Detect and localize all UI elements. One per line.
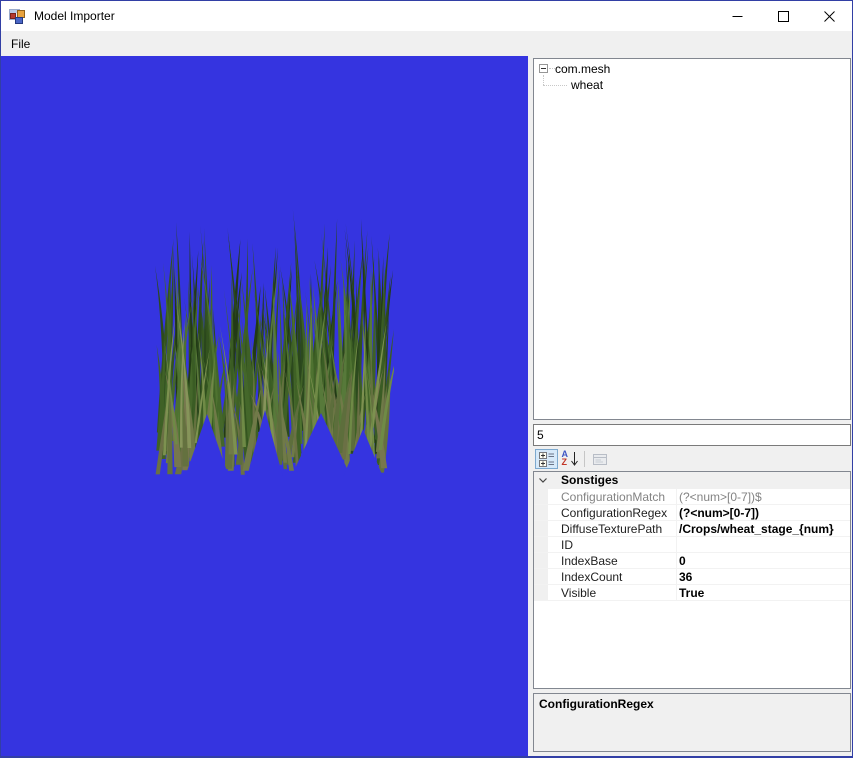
description-panel: ConfigurationRegex bbox=[533, 693, 851, 752]
value-input[interactable] bbox=[533, 424, 851, 446]
property-name[interactable]: IndexBase bbox=[548, 553, 677, 568]
property-name[interactable]: DiffuseTexturePath bbox=[548, 521, 677, 536]
tree-node-root[interactable]: com.mesh bbox=[534, 61, 850, 77]
close-button[interactable] bbox=[806, 1, 852, 31]
tree-node-label[interactable]: wheat bbox=[571, 77, 603, 93]
property-name[interactable]: ID bbox=[548, 537, 677, 552]
description-title: ConfigurationRegex bbox=[539, 697, 654, 711]
property-grid-toolbar: A Z bbox=[533, 448, 851, 470]
row-gutter bbox=[534, 537, 548, 552]
property-row[interactable]: IndexBase 0 bbox=[534, 553, 850, 569]
property-value[interactable] bbox=[677, 537, 850, 552]
model-tree: com.mesh wheat bbox=[533, 58, 851, 420]
row-gutter bbox=[534, 553, 548, 568]
property-name[interactable]: ConfigurationMatch bbox=[548, 489, 677, 504]
row-gutter bbox=[534, 489, 548, 504]
property-row[interactable]: ConfigurationMatch (?<num>[0-7])$ bbox=[534, 489, 850, 505]
property-row[interactable]: IndexCount 36 bbox=[534, 569, 850, 585]
property-grid: Sonstiges ConfigurationMatch (?<num>[0-7… bbox=[533, 471, 851, 689]
property-rows: ConfigurationMatch (?<num>[0-7])$ Config… bbox=[534, 489, 850, 601]
caption-buttons bbox=[714, 1, 852, 31]
category-label: Sonstiges bbox=[561, 473, 619, 487]
categorized-icon bbox=[538, 452, 554, 467]
maximize-button[interactable] bbox=[760, 1, 806, 31]
row-gutter bbox=[534, 585, 548, 600]
row-gutter bbox=[534, 521, 548, 536]
toolbar-separator bbox=[584, 451, 585, 467]
categorized-button[interactable] bbox=[535, 449, 558, 469]
property-value[interactable]: 36 bbox=[677, 569, 850, 584]
titlebar[interactable]: Model Importer bbox=[1, 1, 852, 31]
property-name[interactable]: IndexCount bbox=[548, 569, 677, 584]
property-value[interactable]: (?<num>[0-7]) bbox=[677, 505, 850, 520]
alphabetical-sort-icon: A Z bbox=[562, 449, 578, 467]
row-gutter bbox=[534, 505, 548, 520]
window-title: Model Importer bbox=[34, 9, 115, 23]
property-category-row[interactable]: Sonstiges bbox=[534, 472, 850, 489]
model-viewport[interactable] bbox=[1, 56, 528, 756]
wheat-model-svg bbox=[155, 209, 394, 476]
property-row[interactable]: Visible True bbox=[534, 585, 850, 601]
minimize-button[interactable] bbox=[714, 1, 760, 31]
row-gutter bbox=[534, 569, 548, 584]
property-row[interactable]: ID bbox=[534, 537, 850, 553]
property-value[interactable]: /Crops/wheat_stage_{num} bbox=[677, 521, 850, 536]
menubar: File bbox=[1, 31, 852, 56]
app-window: Model Importer File com.mesh wheat 5 A Z… bbox=[0, 0, 853, 758]
property-name[interactable]: Visible bbox=[548, 585, 677, 600]
property-value[interactable]: 0 bbox=[677, 553, 850, 568]
maximize-icon bbox=[777, 10, 789, 22]
alphabetical-sort-button[interactable]: A Z bbox=[558, 449, 581, 469]
property-value[interactable]: (?<num>[0-7])$ bbox=[677, 489, 850, 504]
app-icon bbox=[9, 8, 25, 24]
property-name[interactable]: ConfigurationRegex bbox=[548, 505, 677, 520]
minimize-icon bbox=[732, 15, 742, 17]
menu-file[interactable]: File bbox=[1, 31, 40, 56]
tree-node-child[interactable]: wheat bbox=[534, 75, 850, 93]
property-value[interactable]: True bbox=[677, 585, 850, 600]
tree-node-label[interactable]: com.mesh bbox=[555, 61, 610, 77]
category-chevron-icon[interactable] bbox=[534, 472, 551, 488]
property-row[interactable]: DiffuseTexturePath /Crops/wheat_stage_{n… bbox=[534, 521, 850, 537]
close-icon bbox=[823, 10, 835, 22]
property-pages-button bbox=[588, 449, 611, 469]
collapse-icon[interactable] bbox=[539, 64, 548, 73]
property-pages-icon bbox=[592, 454, 607, 465]
property-row[interactable]: ConfigurationRegex (?<num>[0-7]) bbox=[534, 505, 850, 521]
